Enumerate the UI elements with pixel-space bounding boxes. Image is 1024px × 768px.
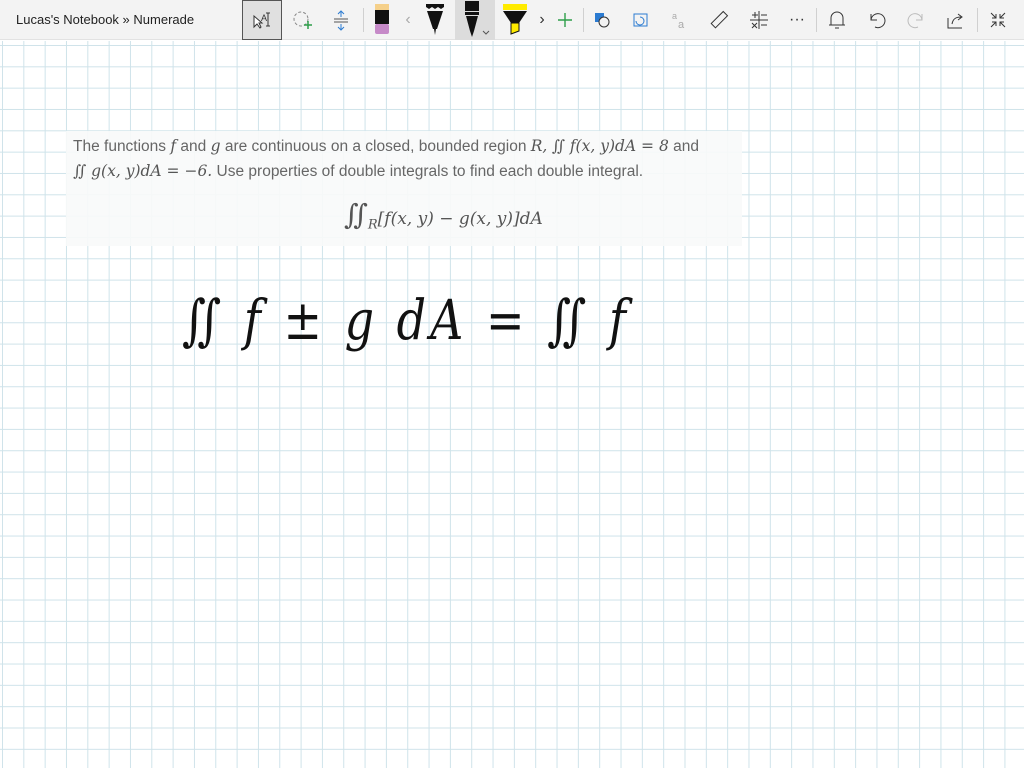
bell-icon [829,11,845,29]
shapes-icon [595,13,610,28]
next-pens-button[interactable]: › [535,0,549,40]
window-title: Lucas's Notebook » Numerade [16,12,195,27]
pen-thick-tool[interactable] [424,0,446,40]
lasso-add-tool[interactable] [290,0,316,40]
handwritten-ink[interactable]: ∬ f ± g dA = ∬ f [182,272,630,368]
question-line-1: The functions f and g are continuous on … [73,137,699,155]
previous-pens-button[interactable]: ‹ [400,0,416,40]
chevron-right-icon: › [539,11,545,28]
eraser-tool[interactable] [372,0,392,40]
highlighter-tool[interactable] [500,0,530,40]
ink-to-text-icon: aa [672,11,685,30]
undo-button[interactable] [866,0,888,40]
highlighter-icon [503,4,527,35]
math-icon [750,11,768,29]
eraser-icon [375,4,389,34]
ruler-icon [710,10,729,29]
insert-space-icon [334,10,348,31]
collapse-icon [990,12,1006,28]
math-tool[interactable] [748,0,770,40]
insert-space-tool[interactable] [330,0,352,40]
add-pen-button[interactable] [555,0,575,40]
more-button[interactable]: ··· [786,0,808,40]
ink-to-shape-icon [633,13,648,27]
svg-text:A: A [261,13,267,23]
ink-to-shape-tool[interactable] [629,0,651,40]
share-button[interactable] [945,0,967,40]
toolbar: Lucas's Notebook » Numerade A ‹ › aa ··· [0,0,1024,40]
redo-icon [907,13,923,29]
pen-icon [426,4,444,35]
lasso-add-icon [293,11,312,29]
pen-tool-selected[interactable] [455,0,495,40]
pen-icon [465,1,490,37]
ink-to-text-tool[interactable]: aa [668,0,690,40]
more-icon: ··· [789,11,805,28]
notifications-button[interactable] [826,0,848,40]
svg-text:a: a [678,19,685,30]
undo-icon [870,13,886,29]
ruler-tool[interactable] [707,0,731,40]
share-icon [947,13,963,29]
chevron-left-icon: ‹ [405,11,411,28]
redo-button[interactable] [905,0,927,40]
shape-tool[interactable] [591,0,613,40]
select-text-tool[interactable]: A [242,0,282,40]
display-equation: ∬R[f(x, y) − g(x, y)]dA [344,198,543,233]
question-text: The functions f and g are continuous on … [66,131,742,246]
question-line-2: ∬ g(x, y)dA = −6. Use properties of doub… [73,162,644,180]
plus-icon [558,13,572,27]
exit-full-screen-button[interactable] [987,0,1009,40]
cursor-text-icon: A [253,12,270,29]
svg-text:a: a [672,11,677,21]
